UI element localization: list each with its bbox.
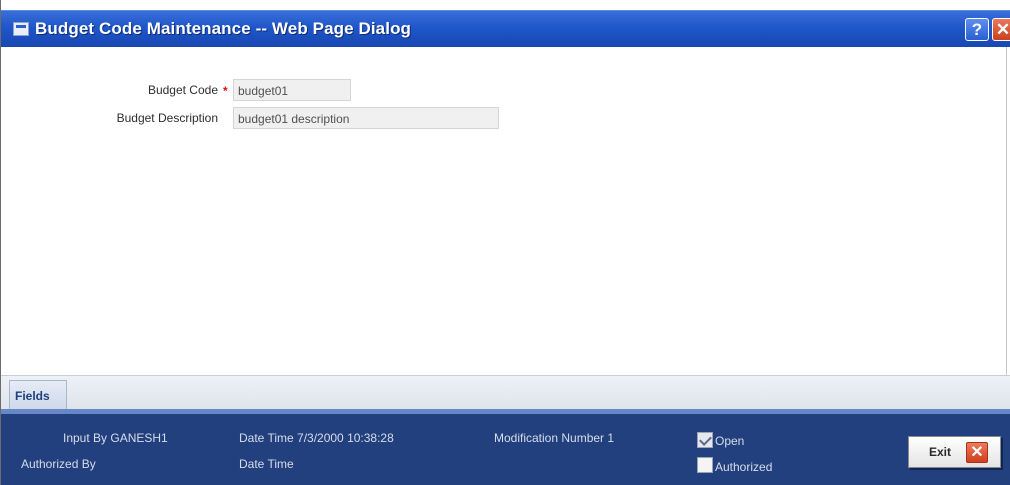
exit-label: Exit xyxy=(929,445,952,459)
input-date-time-text: Date Time 7/3/2000 10:38:28 xyxy=(239,431,394,445)
dialog-window: Budget Code Maintenance -- Web Page Dial… xyxy=(0,0,1010,485)
authorized-checkbox[interactable] xyxy=(697,457,713,473)
required-indicator: * xyxy=(223,84,228,98)
budget-description-input[interactable]: budget01 description xyxy=(233,107,499,129)
authorized-by-text: Authorized By xyxy=(21,457,96,471)
auth-date-time-text: Date Time xyxy=(239,457,294,471)
exit-button[interactable]: Exit ✕ xyxy=(908,436,1001,468)
budget-description-label: Budget Description xyxy=(116,111,218,125)
close-icon: ✕ xyxy=(966,442,988,463)
scrollbar-edge xyxy=(1006,47,1007,375)
open-checkbox[interactable] xyxy=(697,432,713,448)
title-bar: Budget Code Maintenance -- Web Page Dial… xyxy=(1,10,1010,47)
budget-code-input[interactable]: budget01 xyxy=(233,79,351,101)
open-label: Open xyxy=(715,434,745,448)
modification-number-text: Modification Number 1 xyxy=(494,431,615,445)
authorized-label: Authorized xyxy=(715,460,773,474)
tab-bar: Fields xyxy=(1,375,1010,410)
help-button[interactable]: ? xyxy=(965,18,989,41)
audit-footer: Input By GANESH1 Authorized By Date Time… xyxy=(1,409,1010,485)
close-button[interactable]: ✕ xyxy=(992,18,1010,41)
tab-fields[interactable]: Fields xyxy=(9,380,67,410)
budget-code-label: Budget Code xyxy=(147,83,218,97)
dialog-icon xyxy=(13,22,29,36)
window-title: Budget Code Maintenance -- Web Page Dial… xyxy=(35,19,412,38)
input-by-text: Input By GANESH1 xyxy=(63,431,168,445)
